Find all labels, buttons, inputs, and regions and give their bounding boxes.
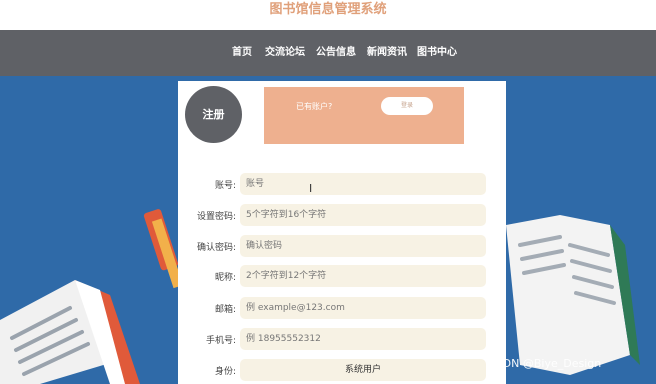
nav-item-news[interactable]: 新闻资讯 bbox=[367, 30, 407, 76]
has-account-text: 已有账户? bbox=[296, 102, 333, 111]
identity-label: 身份: bbox=[214, 367, 236, 377]
phone-input[interactable]: 例 18955552312 bbox=[240, 328, 486, 350]
phone-label: 手机号: bbox=[205, 336, 236, 346]
nav-item-announcements[interactable]: 公告信息 bbox=[316, 30, 356, 76]
main-nav: 首页 交流论坛 公告信息 新闻资讯 图书中心 bbox=[0, 30, 656, 76]
login-prompt-panel bbox=[264, 87, 464, 144]
login-button[interactable]: 登录 bbox=[381, 97, 433, 115]
top-header: 图书馆信息管理系统 bbox=[0, 0, 656, 30]
account-input[interactable]: 账号 bbox=[240, 173, 486, 195]
nav-item-forum[interactable]: 交流论坛 bbox=[265, 30, 305, 76]
set-password-label: 设置密码: bbox=[196, 212, 236, 222]
nickname-input[interactable]: 2个字符到12个字符 bbox=[240, 265, 486, 287]
email-label: 邮箱: bbox=[214, 305, 236, 315]
set-password-input[interactable]: 5个字符到16个字符 bbox=[240, 204, 486, 226]
register-badge: 注册 bbox=[185, 86, 242, 143]
confirm-password-label: 确认密码: bbox=[196, 243, 236, 253]
nav-item-home[interactable]: 首页 bbox=[232, 30, 252, 76]
identity-select[interactable]: 系统用户 bbox=[240, 359, 486, 381]
open-book-left-illustration bbox=[0, 209, 180, 384]
text-cursor-icon: I bbox=[309, 182, 313, 195]
email-input[interactable]: 例 example@123.com bbox=[240, 297, 486, 319]
account-label: 账号: bbox=[214, 181, 236, 191]
confirm-password-input[interactable]: 确认密码 bbox=[240, 235, 486, 257]
nickname-label: 昵称: bbox=[214, 273, 236, 283]
csdn-watermark: CSDN @Biye_Design bbox=[488, 357, 602, 370]
nav-item-book-center[interactable]: 图书中心 bbox=[417, 30, 457, 76]
site-title: 图书馆信息管理系统 bbox=[269, 2, 387, 17]
